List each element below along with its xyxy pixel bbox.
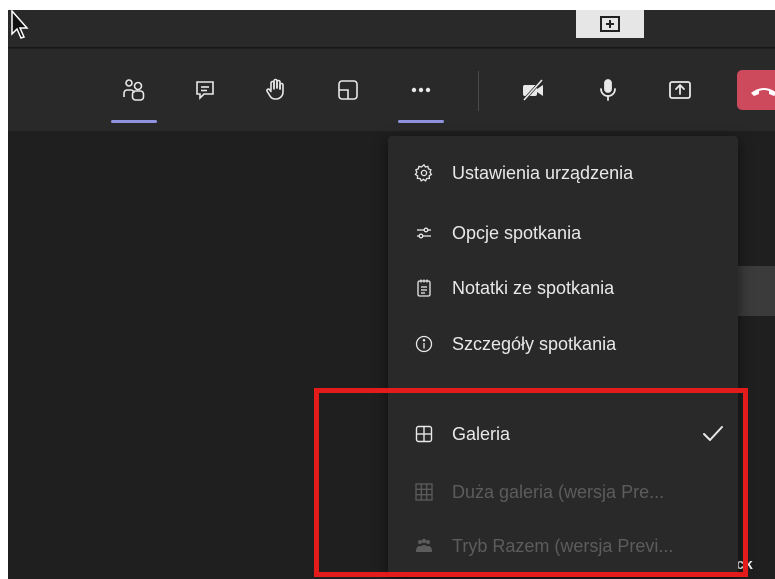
hang-up-button[interactable] bbox=[737, 70, 775, 110]
active-indicator bbox=[398, 120, 444, 123]
camera-off-icon bbox=[522, 78, 544, 102]
background-tile bbox=[738, 266, 775, 316]
info-icon bbox=[414, 334, 434, 354]
sliders-icon bbox=[414, 223, 434, 243]
highlight-annotation bbox=[314, 388, 748, 577]
share-screen-button[interactable] bbox=[657, 49, 703, 131]
menu-item-label: Notatki ze spotkania bbox=[452, 277, 615, 298]
people-button[interactable] bbox=[111, 49, 157, 131]
more-options-icon bbox=[411, 87, 431, 93]
mouse-cursor-icon bbox=[11, 10, 29, 39]
menu-item-meeting-options[interactable]: Opcje spotkania bbox=[388, 208, 738, 258]
toolbar-separator bbox=[478, 71, 479, 111]
meeting-toolbar bbox=[8, 49, 775, 131]
chat-button[interactable] bbox=[182, 49, 228, 131]
people-icon bbox=[123, 79, 145, 101]
notes-icon bbox=[414, 278, 434, 298]
chat-icon bbox=[196, 81, 214, 100]
hang-up-icon bbox=[751, 88, 775, 96]
share-screen-icon bbox=[669, 81, 691, 99]
menu-item-label: Ustawienia urządzenia bbox=[452, 162, 634, 183]
active-indicator bbox=[111, 120, 157, 123]
menu-item-label: Szczegóły spotkania bbox=[452, 333, 617, 354]
gear-icon bbox=[414, 163, 434, 183]
menu-item-device-settings[interactable]: Ustawienia urządzenia bbox=[388, 148, 738, 198]
share-tray-button[interactable] bbox=[576, 10, 644, 38]
share-tray-icon bbox=[600, 16, 620, 32]
more-options-button[interactable] bbox=[398, 49, 444, 131]
microphone-icon bbox=[600, 79, 616, 101]
raise-hand-icon bbox=[266, 78, 284, 100]
breakout-rooms-icon bbox=[338, 80, 358, 100]
camera-toggle-button[interactable] bbox=[510, 49, 556, 131]
microphone-toggle-button[interactable] bbox=[585, 49, 631, 131]
breakout-rooms-button[interactable] bbox=[325, 49, 371, 131]
menu-item-meeting-notes[interactable]: Notatki ze spotkania bbox=[388, 263, 738, 313]
raise-hand-button[interactable] bbox=[253, 49, 299, 131]
menu-item-label: Opcje spotkania bbox=[452, 222, 582, 243]
title-bar bbox=[8, 10, 775, 48]
menu-item-meeting-details[interactable]: Szczegóły spotkania bbox=[388, 319, 738, 369]
meeting-window: ck Ustawienia urządzenia Opcje spotkania… bbox=[8, 10, 775, 579]
